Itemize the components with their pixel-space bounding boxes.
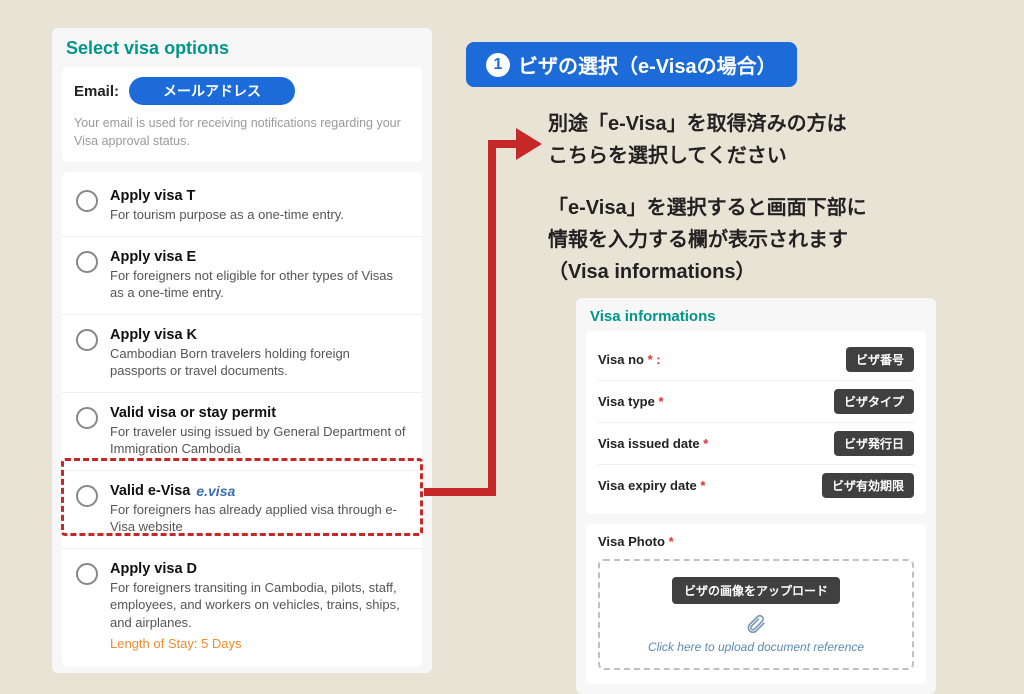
option-title-text: Valid e-Visa bbox=[110, 483, 190, 499]
annotation-line: 「e-Visa」を選択すると画面下部に bbox=[548, 192, 867, 224]
option-visa-k[interactable]: Apply visa K Cambodian Born travelers ho… bbox=[62, 315, 422, 393]
field-tag: ビザタイプ bbox=[834, 389, 914, 414]
upload-tag: ビザの画像をアップロード bbox=[672, 577, 840, 604]
field-label: Visa no * : bbox=[598, 352, 661, 367]
option-desc: For foreigners not eligible for other ty… bbox=[110, 267, 408, 302]
radio-icon[interactable] bbox=[76, 251, 98, 273]
annotation-line: 別途「e-Visa」を取得済みの方は bbox=[548, 108, 847, 140]
field-tag: ビザ発行日 bbox=[834, 431, 914, 456]
radio-icon[interactable] bbox=[76, 563, 98, 585]
paperclip-icon bbox=[746, 614, 766, 634]
option-visa-t[interactable]: Apply visa T For tourism purpose as a on… bbox=[62, 176, 422, 237]
arrow-segment bbox=[424, 488, 496, 496]
field-label: Visa expiry date * bbox=[598, 478, 705, 493]
visa-photo-card: Visa Photo * ビザの画像をアップロード Click here to … bbox=[586, 524, 926, 684]
email-note: Your email is used for receiving notific… bbox=[74, 115, 410, 150]
option-visa-e[interactable]: Apply visa E For foreigners not eligible… bbox=[62, 237, 422, 315]
visa-type-row[interactable]: Visa type * ビザタイプ bbox=[598, 381, 914, 423]
field-tag: ビザ番号 bbox=[846, 347, 914, 372]
email-input-placeholder[interactable]: メールアドレス bbox=[129, 77, 295, 105]
annotation-line: 情報を入力する欄が表示されます bbox=[548, 224, 867, 256]
visa-no-row[interactable]: Visa no * : ビザ番号 bbox=[598, 339, 914, 381]
option-desc: For foreigners transiting in Cambodia, p… bbox=[110, 579, 408, 632]
email-card: Email: メールアドレス Your email is used for re… bbox=[62, 67, 422, 162]
option-extra: Length of Stay: 5 Days bbox=[110, 636, 408, 651]
option-valid-evisa[interactable]: Valid e-Visa e.visa For foreigners has a… bbox=[62, 471, 422, 549]
step-number: 1 bbox=[486, 53, 510, 77]
email-label: Email: bbox=[74, 83, 119, 100]
radio-icon[interactable] bbox=[76, 407, 98, 429]
upload-dropzone[interactable]: ビザの画像をアップロード Click here to upload docume… bbox=[598, 559, 914, 670]
option-desc: For traveler using issued by General Dep… bbox=[110, 423, 408, 458]
visa-info-panel: Visa informations Visa no * : ビザ番号 Visa … bbox=[576, 298, 936, 694]
option-title: Apply visa T bbox=[110, 188, 408, 204]
annotation-2: 「e-Visa」を選択すると画面下部に 情報を入力する欄が表示されます （Vis… bbox=[548, 192, 867, 288]
option-desc: For tourism purpose as a one-time entry. bbox=[110, 206, 408, 224]
option-visa-d[interactable]: Apply visa D For foreigners transiting i… bbox=[62, 549, 422, 663]
visa-fields-card: Visa no * : ビザ番号 Visa type * ビザタイプ Visa … bbox=[586, 331, 926, 514]
visa-expiry-row[interactable]: Visa expiry date * ビザ有効期限 bbox=[598, 465, 914, 506]
annotation-line: （Visa informations） bbox=[548, 256, 867, 288]
option-desc: Cambodian Born travelers holding foreign… bbox=[110, 345, 408, 380]
step-title: ビザの選択（e-Visaの場合） bbox=[518, 50, 777, 79]
option-title: Valid visa or stay permit bbox=[110, 405, 408, 421]
app-panel: Select visa options Email: メールアドレス Your … bbox=[52, 28, 432, 673]
photo-label: Visa Photo * bbox=[598, 534, 914, 549]
upload-link[interactable]: Click here to upload document reference bbox=[610, 640, 902, 654]
radio-icon[interactable] bbox=[76, 485, 98, 507]
visa-info-title: Visa informations bbox=[576, 298, 936, 331]
radio-icon[interactable] bbox=[76, 329, 98, 351]
evisa-logo-icon: e.visa bbox=[196, 483, 235, 499]
arrow-head-icon bbox=[516, 128, 542, 160]
option-desc: For foreigners has already applied visa … bbox=[110, 501, 408, 536]
option-title: Valid e-Visa e.visa bbox=[110, 483, 408, 499]
option-valid-visa[interactable]: Valid visa or stay permit For traveler u… bbox=[62, 393, 422, 471]
field-label: Visa issued date * bbox=[598, 436, 708, 451]
option-title: Apply visa E bbox=[110, 249, 408, 265]
step-badge: 1 ビザの選択（e-Visaの場合） bbox=[466, 42, 797, 87]
annotation-1: 別途「e-Visa」を取得済みの方は こちらを選択してください bbox=[548, 108, 847, 172]
radio-icon[interactable] bbox=[76, 190, 98, 212]
field-label: Visa type * bbox=[598, 394, 664, 409]
visa-options-list: Apply visa T For tourism purpose as a on… bbox=[62, 172, 422, 667]
arrow-segment bbox=[488, 140, 496, 496]
annotation-line: こちらを選択してください bbox=[548, 140, 847, 172]
field-tag: ビザ有効期限 bbox=[822, 473, 914, 498]
page-title: Select visa options bbox=[52, 28, 432, 67]
option-title: Apply visa D bbox=[110, 561, 408, 577]
visa-issued-row[interactable]: Visa issued date * ビザ発行日 bbox=[598, 423, 914, 465]
option-title: Apply visa K bbox=[110, 327, 408, 343]
